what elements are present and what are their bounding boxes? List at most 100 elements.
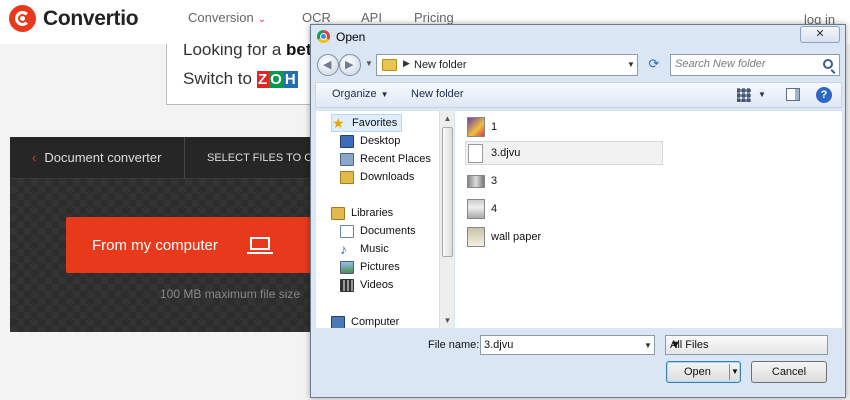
nav-pricing[interactable]: Pricing [414,10,454,25]
music-icon: ♪ [340,240,347,257]
list-item[interactable]: 3 [467,169,497,193]
organize-menu[interactable]: Organize ▼ [332,88,389,100]
dialog-title-bar[interactable]: Open ✕ [311,25,845,49]
image-file-icon [467,117,485,137]
nav-conversion[interactable]: Conversion ⌄ [188,10,266,25]
tree-item-libraries[interactable]: Libraries [331,204,393,222]
close-button[interactable]: ✕ [800,26,840,43]
tree-item-label: Desktop [360,135,401,147]
list-item[interactable]: 4 [467,197,497,221]
file-type-select[interactable]: All Files ▼ [665,335,828,355]
ad-line1-prefix: Looking for a [183,44,287,59]
file-list: 1 3.djvu 3 4 wall paper [455,111,842,328]
file-name: 3.djvu [491,147,521,159]
search-box[interactable] [670,54,840,76]
open-options-dropdown[interactable]: ▼ [731,362,739,382]
image-file-icon [467,199,485,219]
file-name: wall paper [491,231,542,243]
open-file-dialog: Open ✕ ◀ ▶ ▼ ▶ New folder ▼ ⟳ Organize▼ … [310,24,846,398]
chevron-down-icon[interactable]: ▼ [644,341,652,350]
navigation-row: ◀ ▶ ▼ ▶ New folder ▼ ⟳ [316,53,842,77]
max-file-size-note: 100 MB maximum file size [160,287,301,301]
breadcrumb-arrow-icon[interactable]: ▶ [403,58,410,69]
tree-item-favorites[interactable]: ★ Favorites [331,114,403,132]
downloads-icon [340,170,354,184]
file-name: 3 [491,175,498,187]
computer-icon [331,315,345,328]
list-item[interactable]: wall paper [467,225,541,249]
zoho-logo: ZOH [256,71,298,88]
tree-item-computer[interactable]: Computer [331,313,399,328]
address-dropdown[interactable]: ▼ [627,60,635,69]
tree-item-label: Pictures [360,261,400,273]
organize-label: Organize [332,88,377,100]
preview-pane-icon[interactable] [786,88,800,101]
ad-banner[interactable]: Looking for a bett Switch to Z O H [166,44,316,105]
view-options-dropdown[interactable]: ▼ [758,90,766,99]
tree-item-recent-places[interactable]: Recent Places [340,150,431,168]
address-path[interactable]: New folder [414,59,467,71]
document-converter-link[interactable]: ‹ Document converter [32,150,161,165]
search-icon[interactable] [823,59,833,69]
navigation-pane-scrollbar[interactable]: ▲ ▼ [439,111,454,328]
chevron-left-icon: ‹ [32,150,37,165]
forward-button[interactable]: ▶ [339,54,361,76]
tree-item-downloads[interactable]: Downloads [340,168,414,186]
star-icon: ★ [332,114,345,131]
tree-item-label: Videos [360,279,394,291]
videos-icon [340,278,354,292]
nav-api[interactable]: API [361,10,382,25]
refresh-button[interactable]: ⟳ [644,54,664,76]
tree-item-videos[interactable]: Videos [340,276,393,294]
tree-item-label: Music [360,243,389,255]
list-item[interactable]: 3.djvu [465,141,663,165]
file-name: 1 [491,121,498,133]
address-bar[interactable]: ▶ New folder ▼ [376,54,638,76]
folder-icon [382,59,397,71]
recent-locations-dropdown[interactable]: ▼ [365,59,373,68]
change-view-icon[interactable] [737,88,751,102]
scroll-up-icon[interactable]: ▲ [440,111,455,126]
new-folder-button[interactable]: New folder [411,88,464,100]
tree-item-label: Downloads [360,171,415,183]
navigation-pane: ★ Favorites Desktop Recent Places Downloa… [316,111,440,328]
documents-icon [340,224,354,238]
chevron-down-icon: ▼ [380,90,389,99]
ad-line1: Looking for a bett [183,44,315,60]
open-label: Open [684,366,711,378]
dialog-title: Open [336,30,366,44]
open-button[interactable]: Open ▼ [666,361,741,383]
from-my-computer-button[interactable]: From my computer [66,217,320,273]
scroll-down-icon[interactable]: ▼ [440,313,455,328]
nav-conversion-label: Conversion [188,10,254,25]
cancel-button[interactable]: Cancel [751,361,827,383]
tree-item-desktop[interactable]: Desktop [340,132,400,150]
file-name-input[interactable] [484,339,634,351]
file-name: 4 [491,203,498,215]
command-toolbar: Organize ▼ New folder ▼ ? [315,82,842,108]
pictures-icon [340,260,354,274]
tree-item-label: Recent Places [360,153,431,165]
file-name-combobox[interactable]: ▼ [480,335,655,355]
search-input[interactable] [675,58,815,70]
recent-places-icon [340,152,354,166]
tree-item-pictures[interactable]: Pictures [340,258,400,276]
from-my-computer-label: From my computer [92,236,218,254]
scrollbar-thumb[interactable] [442,127,453,257]
list-item[interactable]: 1 [467,115,497,139]
tree-item-documents[interactable]: Documents [340,222,416,240]
image-file-icon [467,174,485,188]
convertio-logo-icon [9,5,36,32]
logo-text: Convertio [43,6,139,30]
convertio-logo[interactable]: Convertio [9,5,139,32]
nav-ocr[interactable]: OCR [302,10,331,25]
tree-item-music[interactable]: ♪ Music [340,240,389,258]
back-button[interactable]: ◀ [317,54,339,76]
arrow-right-icon: ▶ [345,59,354,71]
divider [729,364,730,380]
chrome-icon [317,30,330,43]
help-icon[interactable]: ? [816,87,832,103]
image-file-icon [467,227,485,247]
ad-line2: Switch to Z O H [183,69,298,89]
document-converter-label: Document converter [44,150,162,165]
